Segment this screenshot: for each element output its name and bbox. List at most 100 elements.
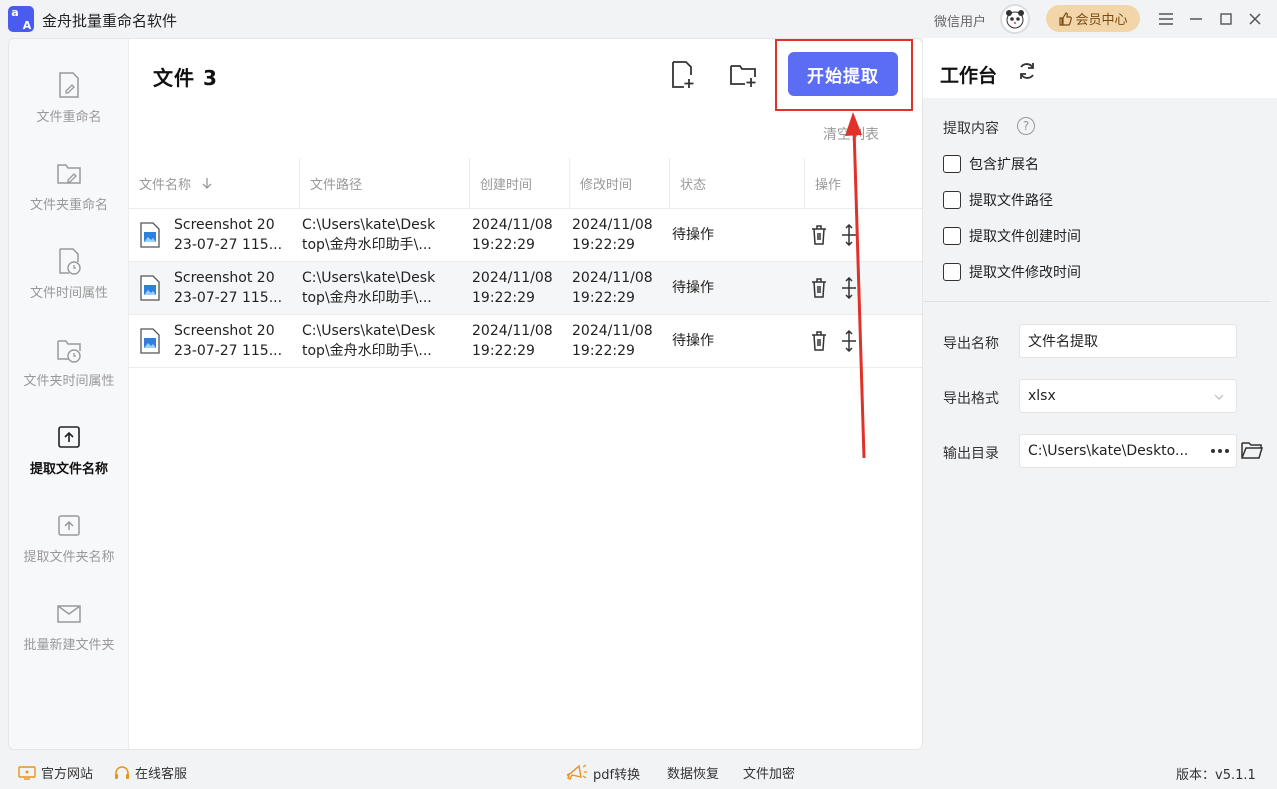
workbench-title: 工作台 <box>940 65 998 87</box>
checkbox[interactable] <box>943 191 961 209</box>
export-name-label: 导出名称 <box>943 336 999 352</box>
megaphone-icon <box>566 764 587 780</box>
sidebar-item-batch-new-folder[interactable]: 批量新建文件夹 <box>9 597 129 677</box>
table-row[interactable]: Screenshot 20 23-07-27 115... C:\Users\ka… <box>129 209 922 262</box>
version-label: 版本：v5.1.1 <box>1176 768 1256 783</box>
minimize-icon <box>1190 18 1202 20</box>
column-header-path: 文件路径 <box>299 158 469 208</box>
drag-move-icon[interactable] <box>839 330 859 352</box>
menu-button[interactable] <box>1155 8 1177 30</box>
title-bar: aA 金舟批量重命名软件 微信用户 会员中心 <box>0 0 1277 38</box>
panda-avatar-icon <box>1006 10 1024 29</box>
table-row[interactable]: Screenshot 20 23-07-27 115... C:\Users\ka… <box>129 315 922 368</box>
official-website-label: 官方网站 <box>41 767 94 782</box>
checkbox[interactable] <box>943 227 961 245</box>
file-encrypt-link[interactable]: 文件加密 <box>743 763 795 782</box>
folder-new-icon <box>57 605 81 623</box>
menu-icon <box>1159 13 1173 25</box>
close-button[interactable] <box>1244 8 1266 30</box>
sidebar-item-folder-time[interactable]: 文件夹时间属性 <box>9 333 129 413</box>
column-header-name[interactable]: 文件名称 <box>129 157 299 209</box>
option-label: 提取文件修改时间 <box>969 265 1081 281</box>
file-path-line: top\金舟水印助手\... <box>302 343 432 359</box>
data-recovery-link[interactable]: 数据恢复 <box>667 763 719 782</box>
option-extract-modified[interactable]: 提取文件修改时间 <box>943 262 1081 282</box>
online-support-link[interactable]: 在线客服 <box>114 763 187 782</box>
output-dir-value: C:\Users\kate\Deskto... <box>1028 443 1189 459</box>
option-extract-path[interactable]: 提取文件路径 <box>943 190 1053 210</box>
image-file-icon <box>140 275 160 301</box>
date-line: 2024/11/08 <box>572 323 653 339</box>
official-website-link[interactable]: 官方网站 <box>18 763 93 782</box>
user-name[interactable]: 微信用户 <box>934 11 986 30</box>
file-name-line: Screenshot 20 <box>174 270 275 286</box>
sidebar: 文件重命名 文件夹重命名 文件时间属性 文件夹时间属性 提取文件名称 提取文件夹… <box>9 39 129 749</box>
folder-clock-icon <box>57 340 81 363</box>
refresh-icon[interactable] <box>1017 61 1037 81</box>
option-label: 包含扩展名 <box>969 157 1039 173</box>
chevron-down-icon <box>1214 394 1224 400</box>
checkbox[interactable] <box>943 155 961 173</box>
trash-icon[interactable] <box>809 224 829 246</box>
sort-down-icon <box>202 178 212 189</box>
file-path-cell: C:\Users\kate\Desk top\金舟水印助手\... <box>302 315 435 367</box>
date-line: 2024/11/08 <box>572 217 653 233</box>
date-line: 2024/11/08 <box>472 270 553 286</box>
file-path-cell: C:\Users\kate\Desk top\金舟水印助手\... <box>302 262 435 314</box>
status-cell: 待操作 <box>672 227 714 243</box>
option-extract-created[interactable]: 提取文件创建时间 <box>943 226 1081 246</box>
date-line: 2024/11/08 <box>572 270 653 286</box>
export-name-input[interactable]: 文件名提取 <box>1019 324 1237 358</box>
workbench-panel: 提取内容 ? 包含扩展名 提取文件路径 提取文件创建时间 提取文件修改时间 导出… <box>923 98 1271 730</box>
sidebar-item-extract-filename[interactable]: 提取文件名称 <box>9 421 129 501</box>
column-header-created: 创建时间 <box>469 158 569 208</box>
file-name-line: 23-07-27 115... <box>174 237 283 253</box>
sidebar-item-extract-foldername[interactable]: 提取文件夹名称 <box>9 509 129 589</box>
minimize-button[interactable] <box>1185 8 1207 30</box>
vip-center-button[interactable]: 会员中心 <box>1046 5 1140 32</box>
date-line: 2024/11/08 <box>472 323 553 339</box>
checkbox[interactable] <box>943 263 961 281</box>
created-time-cell: 2024/11/08 19:22:29 <box>472 209 553 261</box>
sidebar-item-file-rename[interactable]: 文件重命名 <box>9 69 129 149</box>
more-button[interactable] <box>1204 435 1236 467</box>
table-row[interactable]: Screenshot 20 23-07-27 115... C:\Users\ka… <box>129 262 922 315</box>
sidebar-item-file-time[interactable]: 文件时间属性 <box>9 245 129 325</box>
time-line: 19:22:29 <box>472 290 535 306</box>
drag-move-icon[interactable] <box>839 277 859 299</box>
column-header-ops: 操作 <box>804 158 922 208</box>
file-path-line: C:\Users\kate\Desk <box>302 217 436 233</box>
file-upload-icon <box>58 426 80 448</box>
ellipsis-icon <box>1211 449 1229 453</box>
add-file-icon[interactable] <box>667 60 697 90</box>
pdf-convert-link[interactable]: pdf转换 <box>564 763 640 783</box>
add-folder-icon[interactable] <box>729 60 759 90</box>
extract-content-label: 提取内容 <box>943 121 999 137</box>
file-name-line: 23-07-27 115... <box>174 290 283 306</box>
main-panel: 文件重命名 文件夹重命名 文件时间属性 文件夹时间属性 提取文件名称 提取文件夹… <box>8 38 923 750</box>
date-line: 2024/11/08 <box>472 217 553 233</box>
output-dir-input[interactable]: C:\Users\kate\Deskto... <box>1019 434 1237 468</box>
clear-list-button[interactable]: 清空列表 <box>823 124 879 144</box>
monitor-icon <box>18 765 36 780</box>
start-extract-button[interactable]: 开始提取 <box>788 52 898 96</box>
time-line: 19:22:29 <box>572 343 635 359</box>
export-format-value: xlsx <box>1028 388 1056 404</box>
file-path-line: top\金舟水印助手\... <box>302 237 432 253</box>
folder-open-icon[interactable] <box>1241 440 1263 460</box>
time-line: 19:22:29 <box>472 343 535 359</box>
export-format-select[interactable]: xlsx <box>1019 379 1237 413</box>
help-icon[interactable]: ? <box>1017 117 1035 135</box>
modified-time-cell: 2024/11/08 19:22:29 <box>572 209 653 261</box>
maximize-button[interactable] <box>1215 8 1237 30</box>
trash-icon[interactable] <box>809 330 829 352</box>
trash-icon[interactable] <box>809 277 829 299</box>
file-path-cell: C:\Users\kate\Desk top\金舟水印助手\... <box>302 209 435 261</box>
file-name-cell: Screenshot 20 23-07-27 115... <box>174 262 282 314</box>
avatar[interactable] <box>1000 4 1030 34</box>
option-include-extension[interactable]: 包含扩展名 <box>943 154 1039 174</box>
drag-move-icon[interactable] <box>839 224 859 246</box>
sidebar-item-folder-rename[interactable]: 文件夹重命名 <box>9 157 129 237</box>
time-line: 19:22:29 <box>472 237 535 253</box>
file-list-area: 文件 3 开始提取 清空列表 文件名称 文件路径 创建时间 修改时间 状态 操作… <box>129 39 922 749</box>
